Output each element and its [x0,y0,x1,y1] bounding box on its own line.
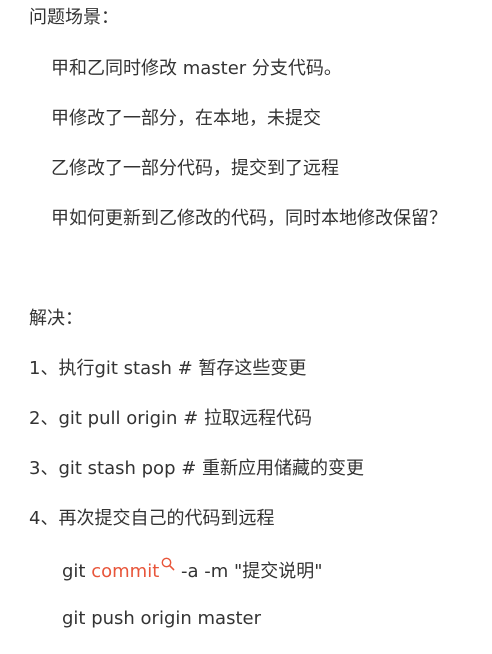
scenario-line-1: 甲和乙同时修改 master 分支代码。 [51,58,342,79]
commit-command: git commit -a -m "提交说明" [62,557,323,584]
solution-step-2: 2、git pull origin # 拉取远程代码 [29,408,312,429]
scenario-line-3: 乙修改了一部分代码，提交到了远程 [51,158,339,179]
solution-step-1: 1、执行git stash # 暂存这些变更 [29,358,307,379]
scenario-line-4: 甲如何更新到乙修改的代码，同时本地修改保留？ [51,208,447,229]
scenario-line-2: 甲修改了一部分，在本地，未提交 [51,108,321,129]
solution-step-3: 3、git stash pop # 重新应用储藏的变更 [29,458,365,479]
search-icon[interactable] [161,557,175,571]
commit-keyword-link[interactable]: commit [91,561,159,582]
push-command: git push origin master [62,608,261,629]
commit-command-suffix: -a -m "提交说明" [175,561,323,582]
solution-step-4: 4、再次提交自己的代码到远程 [29,508,275,529]
commit-command-prefix: git [62,561,92,582]
solution-heading: 解决： [29,308,83,329]
scenario-heading: 问题场景： [29,7,119,28]
